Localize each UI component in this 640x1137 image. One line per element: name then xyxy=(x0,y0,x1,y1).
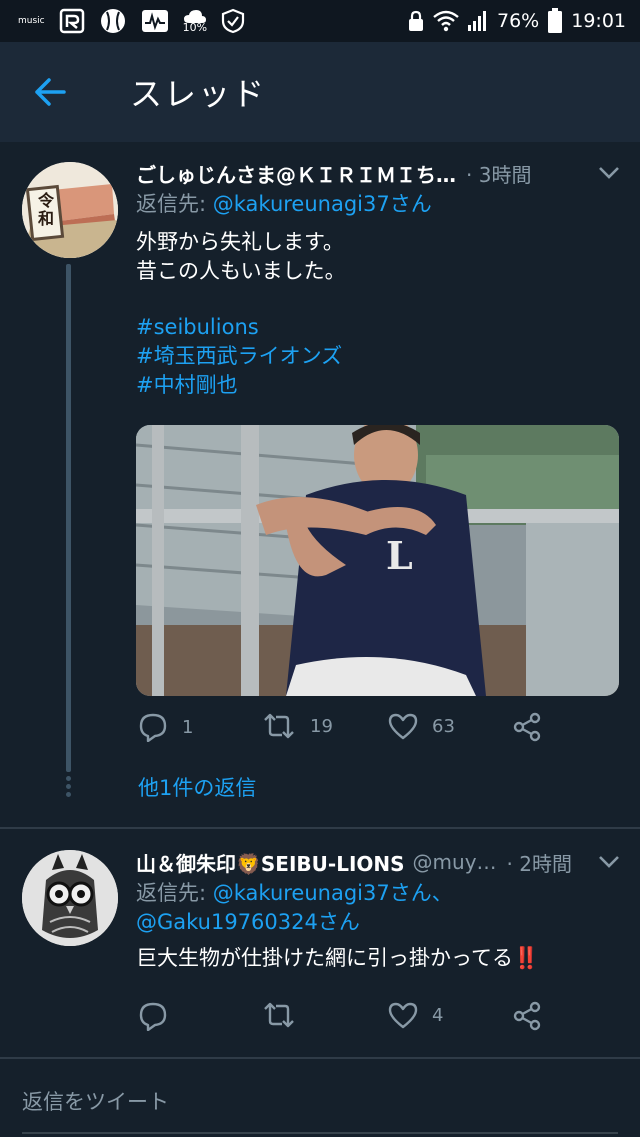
more-replies-link[interactable]: 他1件の返信 xyxy=(138,774,256,803)
tweet-header: 山＆御朱印🦁SEIBU-LIONS @muy… · 2時間 xyxy=(136,847,620,877)
like-count: 63 xyxy=(432,715,455,737)
hashtag-link[interactable]: #seibulions xyxy=(136,313,259,342)
tweet-text-line: 昔この人もいました。 xyxy=(136,259,346,283)
retweet-icon xyxy=(264,713,294,739)
avatar[interactable] xyxy=(22,850,118,946)
tweet-2[interactable]: 山＆御朱印🦁SEIBU-LIONS @muy… · 2時間 返信先: @kaku… xyxy=(0,829,640,1057)
heart-icon xyxy=(388,713,418,740)
lock-icon xyxy=(407,10,425,32)
avatar[interactable]: 令和 xyxy=(22,162,118,258)
chevron-down-icon xyxy=(599,856,619,868)
tweet-text-line: 巨大生物が仕掛けた網に引っ掛かってる‼️ xyxy=(136,946,540,970)
reply-composer[interactable]: 返信をツイート xyxy=(0,1060,640,1137)
retweet-button[interactable] xyxy=(262,1001,310,1029)
retweet-count: 19 xyxy=(310,715,333,737)
reply-button[interactable]: 1 xyxy=(138,712,193,742)
display-name[interactable]: 山＆御朱印🦁SEIBU-LIONS xyxy=(136,848,405,877)
thread-line xyxy=(66,264,71,772)
r-app-icon xyxy=(59,8,85,34)
battery-percent: 76% xyxy=(497,10,540,32)
hashtag-link[interactable]: #埼玉西武ライオンズ xyxy=(136,342,342,371)
app-bar: スレッド xyxy=(0,42,640,142)
divider xyxy=(0,1057,640,1059)
tweet-1[interactable]: 令和 ごしゅじんさま@ＫＩＲＩＭＩち… · 3時間 返信先: @kakureun… xyxy=(0,142,640,828)
reply-to-line: 返信先: @kakureunagi37さん、 xyxy=(136,879,453,908)
timestamp: · 3時間 xyxy=(466,162,532,187)
reply-to-user-link[interactable]: @Gaku19760324さん xyxy=(136,908,360,937)
wifi-icon xyxy=(433,10,459,32)
reply-to-line: 返信先: @kakureunagi37さん xyxy=(136,190,432,219)
signal-icon xyxy=(467,10,489,32)
jersey-logo: L xyxy=(386,533,413,578)
page-title: スレッド xyxy=(130,75,267,113)
reply-to-user-link[interactable]: @kakureunagi37さん xyxy=(213,192,432,216)
share-button[interactable] xyxy=(512,1001,542,1031)
reply-to-user-link[interactable]: @kakureunagi37さん、 xyxy=(213,881,453,905)
share-button[interactable] xyxy=(512,712,542,742)
rain-percent: 10% xyxy=(182,20,208,34)
tweet-actions: 4 xyxy=(136,1001,556,1041)
user-handle[interactable]: @muy… xyxy=(413,850,497,874)
reply-to-label: 返信先: xyxy=(136,192,207,216)
stocks-icon xyxy=(141,9,169,33)
tweet-menu-button[interactable] xyxy=(598,855,620,869)
chevron-down-icon xyxy=(599,167,619,179)
thread-dot xyxy=(66,792,71,797)
tweet-header: ごしゅじんさま@ＫＩＲＩＭＩち… · 3時間 xyxy=(136,158,620,188)
tweet-photo[interactable]: L xyxy=(136,425,619,696)
share-icon xyxy=(513,1001,541,1031)
reply-input-underline xyxy=(22,1132,618,1134)
status-bar: music 10% 76% 19:01 xyxy=(0,0,640,42)
weather-rain-icon: 10% xyxy=(183,9,207,34)
clock: 19:01 xyxy=(571,10,626,32)
reply-input[interactable]: 返信をツイート xyxy=(22,1086,169,1116)
tweet-menu-button[interactable] xyxy=(598,166,620,180)
thread-dot xyxy=(66,784,71,789)
like-button[interactable]: 63 xyxy=(388,712,455,740)
timestamp: · 2時間 xyxy=(506,851,572,876)
retweet-button[interactable]: 19 xyxy=(262,712,333,740)
back-arrow-icon xyxy=(35,78,66,106)
display-name[interactable]: ごしゅじんさま@ＫＩＲＩＭＩち… xyxy=(136,159,456,188)
share-icon xyxy=(513,712,541,742)
baseball-icon xyxy=(99,7,127,35)
back-button[interactable] xyxy=(0,42,100,142)
retweet-icon xyxy=(264,1002,294,1028)
like-button[interactable]: 4 xyxy=(388,1001,443,1029)
avatar-text: 令和 xyxy=(37,191,54,228)
tweet-text-line: 外野から失礼します。 xyxy=(136,230,344,254)
like-count: 4 xyxy=(432,1004,444,1026)
tweet-actions: 1 19 63 xyxy=(136,712,556,752)
amazon-music-icon: music xyxy=(18,15,45,26)
reply-icon xyxy=(139,1002,167,1031)
reply-button[interactable] xyxy=(138,1001,182,1031)
reply-icon xyxy=(139,713,167,742)
music-label: music xyxy=(18,15,45,26)
shield-check-icon xyxy=(221,8,245,34)
heart-icon xyxy=(388,1002,418,1029)
thread-dot xyxy=(66,776,71,781)
battery-icon xyxy=(547,8,563,34)
hashtag-link[interactable]: #中村剛也 xyxy=(136,371,238,400)
reply-count: 1 xyxy=(182,716,194,738)
reply-to-label: 返信先: xyxy=(136,881,207,905)
